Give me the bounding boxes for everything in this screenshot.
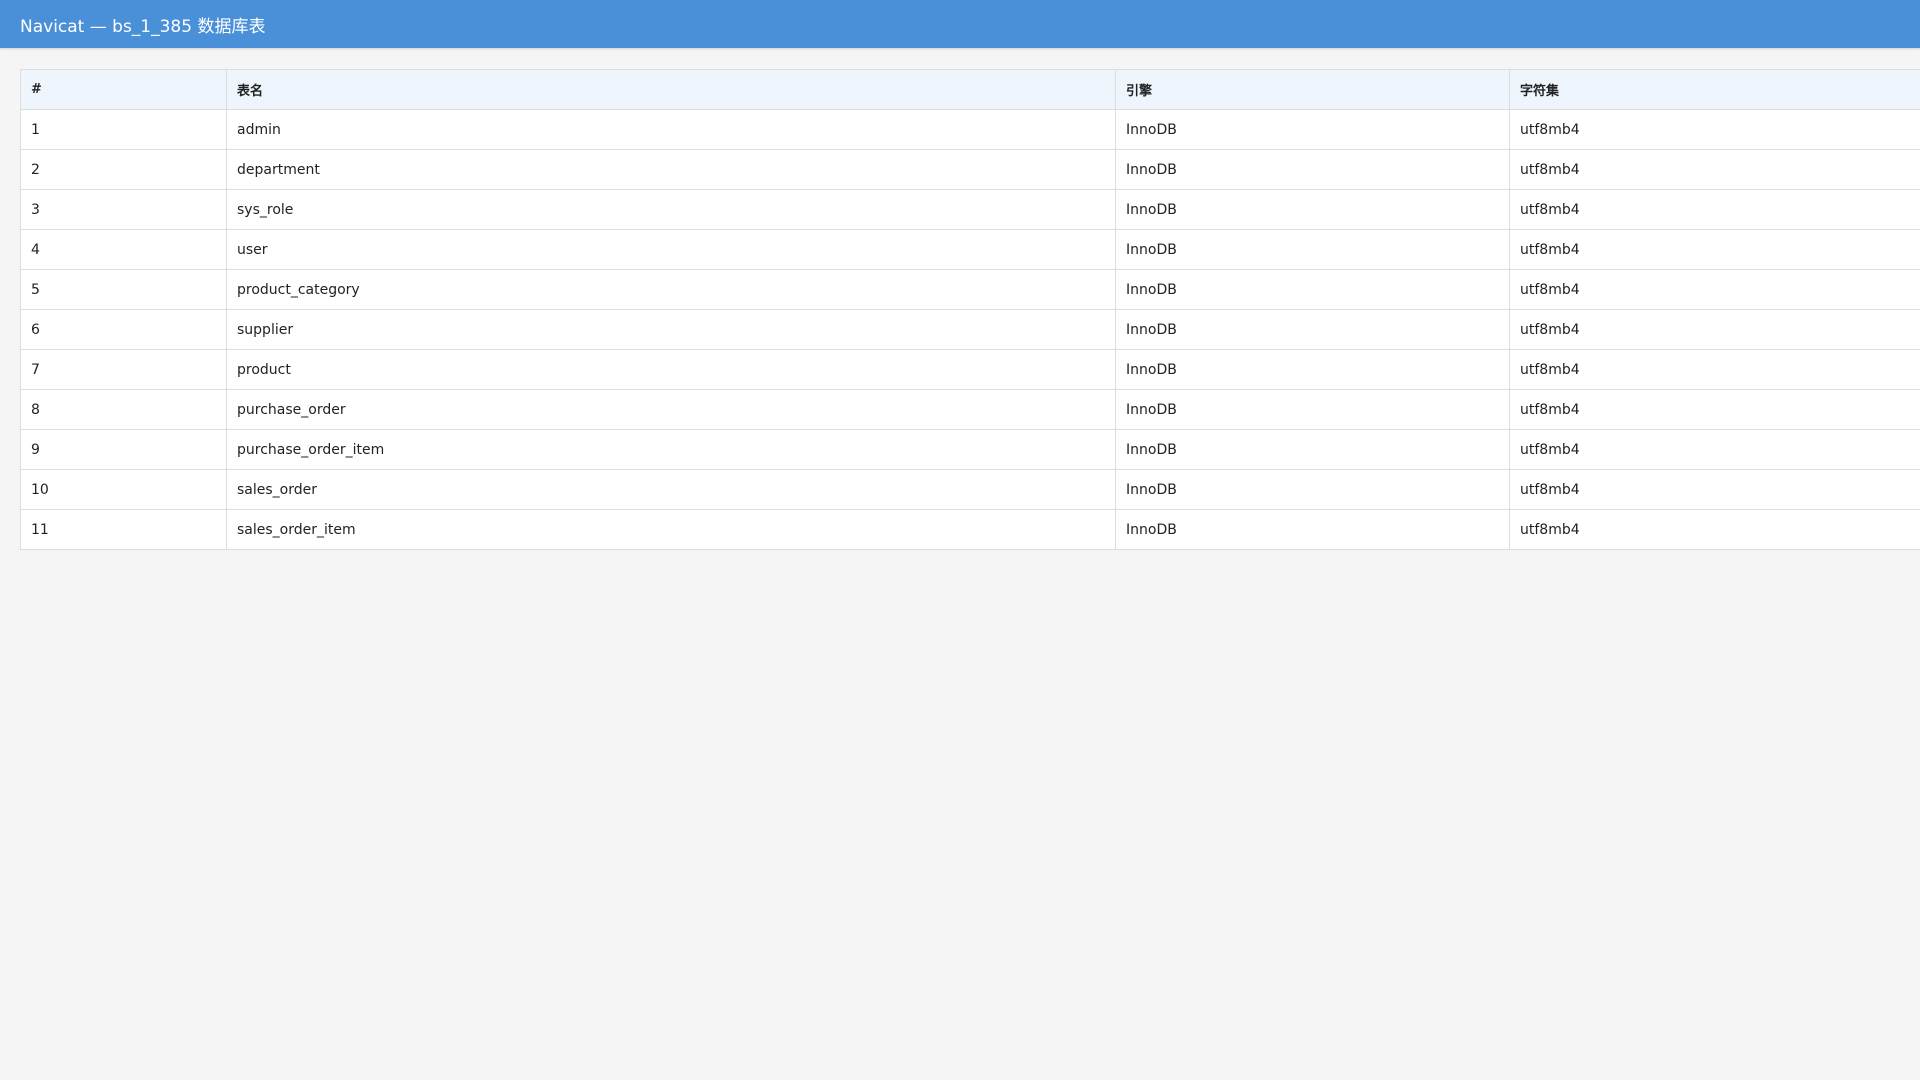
cell-engine[interactable]: InnoDB	[1115, 269, 1510, 310]
cell-table-name[interactable]: department	[226, 149, 1116, 190]
table-row[interactable]: 5 product_category InnoDB utf8mb4	[20, 269, 1920, 310]
header-row: # 表名 引擎 字符集	[20, 69, 1920, 110]
cell-charset[interactable]: utf8mb4	[1509, 189, 1920, 230]
cell-index[interactable]: 2	[20, 149, 227, 190]
cell-engine[interactable]: InnoDB	[1115, 309, 1510, 350]
cell-table-name[interactable]: supplier	[226, 309, 1116, 350]
cell-charset[interactable]: utf8mb4	[1509, 229, 1920, 270]
cell-engine[interactable]: InnoDB	[1115, 509, 1510, 550]
cell-charset[interactable]: utf8mb4	[1509, 269, 1920, 310]
cell-charset[interactable]: utf8mb4	[1509, 349, 1920, 390]
cell-engine[interactable]: InnoDB	[1115, 109, 1510, 150]
cell-index[interactable]: 10	[20, 469, 227, 510]
cell-engine[interactable]: InnoDB	[1115, 349, 1510, 390]
cell-engine[interactable]: InnoDB	[1115, 229, 1510, 270]
table-row[interactable]: 3 sys_role InnoDB utf8mb4	[20, 189, 1920, 230]
column-header-engine[interactable]: 引擎	[1115, 69, 1510, 110]
table-row[interactable]: 10 sales_order InnoDB utf8mb4	[20, 469, 1920, 510]
cell-charset[interactable]: utf8mb4	[1509, 149, 1920, 190]
column-header-charset[interactable]: 字符集	[1509, 69, 1920, 110]
tables-grid: # 表名 引擎 字符集 1 admin InnoDB utf8mb4 2 departme…	[20, 69, 1920, 550]
cell-charset[interactable]: utf8mb4	[1509, 469, 1920, 510]
cell-index[interactable]: 8	[20, 389, 227, 430]
cell-index[interactable]: 4	[20, 229, 227, 270]
cell-table-name[interactable]: sys_role	[226, 189, 1116, 230]
cell-charset[interactable]: utf8mb4	[1509, 309, 1920, 350]
cell-charset[interactable]: utf8mb4	[1509, 509, 1920, 550]
table-row[interactable]: 9 purchase_order_item InnoDB utf8mb4	[20, 429, 1920, 470]
cell-charset[interactable]: utf8mb4	[1509, 389, 1920, 430]
cell-table-name[interactable]: admin	[226, 109, 1116, 150]
table-row[interactable]: 7 product InnoDB utf8mb4	[20, 349, 1920, 390]
cell-charset[interactable]: utf8mb4	[1509, 429, 1920, 470]
table-row[interactable]: 8 purchase_order InnoDB utf8mb4	[20, 389, 1920, 430]
table-row[interactable]: 6 supplier InnoDB utf8mb4	[20, 309, 1920, 350]
grid-body: 1 admin InnoDB utf8mb4 2 department InnoDB utf8…	[20, 109, 1920, 550]
cell-index[interactable]: 3	[20, 189, 227, 230]
column-header-index[interactable]: #	[20, 69, 227, 110]
cell-table-name[interactable]: product_category	[226, 269, 1116, 310]
cell-table-name[interactable]: purchase_order_item	[226, 429, 1116, 470]
table-row[interactable]: 4 user InnoDB utf8mb4	[20, 229, 1920, 270]
cell-engine[interactable]: InnoDB	[1115, 389, 1510, 430]
window-titlebar: Navicat — bs_1_385 数据库表	[0, 0, 1920, 48]
cell-table-name[interactable]: sales_order_item	[226, 509, 1116, 550]
cell-table-name[interactable]: product	[226, 349, 1116, 390]
cell-charset[interactable]: utf8mb4	[1509, 109, 1920, 150]
cell-engine[interactable]: InnoDB	[1115, 429, 1510, 470]
cell-index[interactable]: 11	[20, 509, 227, 550]
cell-engine[interactable]: InnoDB	[1115, 149, 1510, 190]
table-row[interactable]: 2 department InnoDB utf8mb4	[20, 149, 1920, 190]
cell-engine[interactable]: InnoDB	[1115, 469, 1510, 510]
table-row[interactable]: 1 admin InnoDB utf8mb4	[20, 109, 1920, 150]
grid-header: # 表名 引擎 字符集	[20, 69, 1920, 110]
cell-index[interactable]: 9	[20, 429, 227, 470]
column-header-table-name[interactable]: 表名	[226, 69, 1116, 110]
cell-index[interactable]: 5	[20, 269, 227, 310]
window-title: Navicat — bs_1_385 数据库表	[20, 16, 266, 37]
cell-table-name[interactable]: sales_order	[226, 469, 1116, 510]
table-row[interactable]: 11 sales_order_item InnoDB utf8mb4	[20, 509, 1920, 550]
cell-index[interactable]: 1	[20, 109, 227, 150]
cell-table-name[interactable]: purchase_order	[226, 389, 1116, 430]
cell-index[interactable]: 7	[20, 349, 227, 390]
cell-engine[interactable]: InnoDB	[1115, 189, 1510, 230]
cell-table-name[interactable]: user	[226, 229, 1116, 270]
main-content: # 表名 引擎 字符集 1 admin InnoDB utf8mb4 2 departme…	[0, 48, 1920, 550]
cell-index[interactable]: 6	[20, 309, 227, 350]
